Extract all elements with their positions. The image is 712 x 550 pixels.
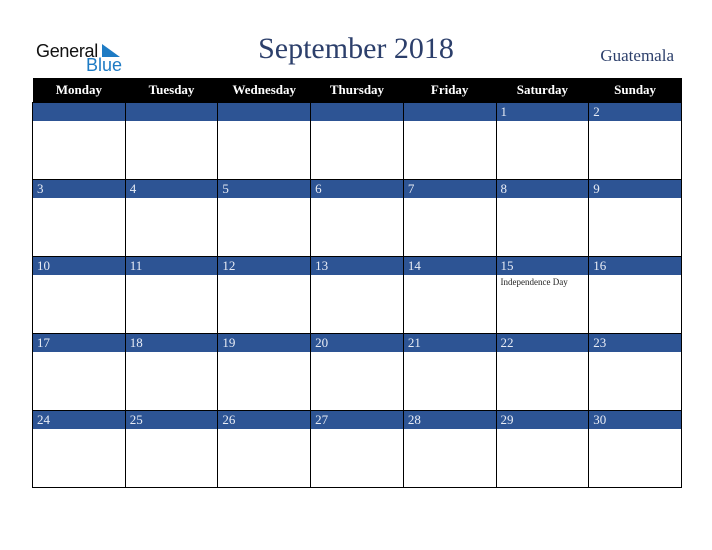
day-cell[interactable]: 5 [217, 179, 312, 257]
day-cell[interactable]: 27 [310, 410, 404, 488]
day-number: 1 [496, 103, 589, 121]
day-cell[interactable] [310, 102, 404, 180]
calendar-grid: Monday Tuesday Wednesday Thursday Friday Satu… [32, 78, 682, 488]
day-number: 20 [311, 334, 403, 352]
day-number: 21 [403, 334, 496, 352]
day-number: 23 [589, 334, 681, 352]
country-label: Guatemala [600, 46, 674, 65]
day-cell[interactable]: 7 [402, 179, 497, 257]
day-cell[interactable]: 14 [402, 256, 497, 334]
day-cell[interactable]: 18 [124, 333, 219, 411]
day-number [33, 103, 125, 121]
day-cell[interactable]: 1 [495, 102, 590, 180]
day-cell[interactable]: 3 [32, 179, 126, 257]
day-cell[interactable]: 16 [588, 256, 682, 334]
weekday-header: Monday [32, 78, 126, 103]
day-number: 25 [125, 411, 218, 429]
week-row: 17 18 19 20 21 22 23 [32, 333, 682, 411]
day-cell[interactable]: 22 [495, 333, 590, 411]
day-number: 9 [589, 180, 681, 198]
day-number: 27 [311, 411, 403, 429]
day-number: 26 [218, 411, 311, 429]
day-cell[interactable]: 19 [217, 333, 312, 411]
day-cell[interactable]: 12 [217, 256, 312, 334]
day-number: 4 [125, 180, 218, 198]
day-cell[interactable]: 30 [588, 410, 682, 488]
day-number: 2 [589, 103, 681, 121]
day-cell[interactable]: 10 [32, 256, 126, 334]
week-row: 24 25 26 27 28 29 30 [32, 410, 682, 488]
day-number: 7 [403, 180, 496, 198]
day-cell[interactable]: 11 [124, 256, 219, 334]
weekday-header: Tuesday [125, 78, 218, 103]
week-row: 3456789 [32, 179, 682, 257]
day-number [311, 103, 403, 121]
day-cell[interactable]: 6 [310, 179, 404, 257]
day-number: 29 [496, 411, 589, 429]
day-number: 30 [589, 411, 681, 429]
day-cell[interactable]: 13 [310, 256, 404, 334]
day-number: 13 [311, 257, 403, 275]
day-cell[interactable] [32, 102, 126, 180]
day-number: 15 [496, 257, 589, 275]
weekday-header: Saturday [496, 78, 589, 103]
day-number [218, 103, 311, 121]
holiday-label: Independence Day [500, 277, 568, 287]
week-row: 12 [32, 102, 682, 180]
day-cell[interactable] [124, 102, 219, 180]
day-number: 24 [33, 411, 125, 429]
day-cell[interactable]: 8 [495, 179, 590, 257]
day-number: 8 [496, 180, 589, 198]
day-cell[interactable]: 20 [310, 333, 404, 411]
weekday-header: Friday [403, 78, 497, 103]
day-cell[interactable]: 17 [32, 333, 126, 411]
day-cell[interactable]: 15 Independence Day [495, 256, 590, 334]
day-cell[interactable]: 2 [588, 102, 682, 180]
day-cell[interactable]: 4 [124, 179, 219, 257]
day-number [403, 103, 496, 121]
day-number: 6 [311, 180, 403, 198]
weekday-header: Thursday [310, 78, 404, 103]
day-cell[interactable]: 29 [495, 410, 590, 488]
day-cell[interactable] [217, 102, 312, 180]
day-cell[interactable]: 26 [217, 410, 312, 488]
day-number: 22 [496, 334, 589, 352]
day-number: 5 [218, 180, 311, 198]
day-number: 12 [218, 257, 311, 275]
day-number: 17 [33, 334, 125, 352]
day-cell[interactable]: 23 [588, 333, 682, 411]
day-number: 10 [33, 257, 125, 275]
day-number: 28 [403, 411, 496, 429]
day-number: 19 [218, 334, 311, 352]
day-number: 16 [589, 257, 681, 275]
day-number: 11 [125, 257, 218, 275]
day-cell[interactable]: 28 [402, 410, 497, 488]
day-cell[interactable]: 25 [124, 410, 219, 488]
day-number: 18 [125, 334, 218, 352]
day-cell[interactable] [402, 102, 497, 180]
day-number: 3 [33, 180, 125, 198]
week-row: 10 11 12 13 14 15 Independence Day 16 [32, 256, 682, 334]
day-number: 14 [403, 257, 496, 275]
weekday-header: Wednesday [217, 78, 311, 103]
day-cell[interactable]: 9 [588, 179, 682, 257]
day-cell[interactable]: 21 [402, 333, 497, 411]
day-number [125, 103, 218, 121]
weekday-header: Sunday [588, 78, 682, 103]
day-cell[interactable]: 24 [32, 410, 126, 488]
weekday-header-row: Monday Tuesday Wednesday Thursday Friday Satu… [32, 78, 682, 103]
